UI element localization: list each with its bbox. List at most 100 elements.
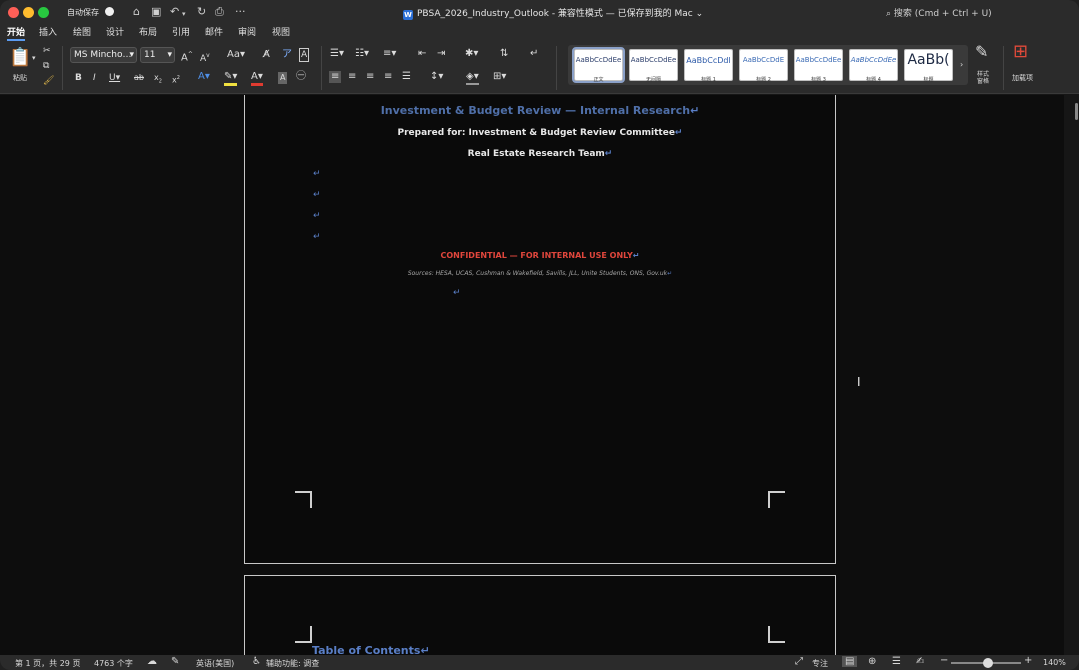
grow-font-icon[interactable]: A^: [181, 49, 193, 64]
home-icon[interactable]: ⌂: [133, 5, 140, 19]
undo-icon[interactable]: ↶: [170, 5, 179, 19]
zoom-out-icon[interactable]: −: [940, 655, 948, 666]
tab-draw[interactable]: 绘图: [73, 25, 91, 38]
style-heading-1[interactable]: AaBbCcDdl 标题 1: [684, 49, 733, 83]
tab-home[interactable]: 开始: [7, 25, 25, 38]
vertical-scrollbar[interactable]: [1064, 95, 1079, 655]
character-border-icon[interactable]: A: [299, 48, 310, 62]
numbering-icon[interactable]: ☷▾: [355, 48, 369, 60]
tab-insert[interactable]: 插入: [39, 25, 57, 38]
text-effects-icon[interactable]: A▾: [198, 71, 210, 83]
minimize-window-button[interactable]: [23, 7, 34, 18]
page-count[interactable]: 第 1 页，共 29 页: [15, 658, 80, 669]
borders-icon[interactable]: ⊞▾: [493, 71, 506, 83]
increase-indent-icon[interactable]: ⇥: [437, 48, 445, 60]
save-icon[interactable]: ▣: [151, 5, 161, 19]
tab-references[interactable]: 引用: [172, 25, 190, 38]
word-count[interactable]: 4763 个字: [94, 658, 133, 669]
track-changes-icon[interactable]: ✎: [171, 656, 179, 667]
sort-icon[interactable]: ⇅: [500, 48, 508, 60]
multilevel-list-icon[interactable]: ≡▾: [383, 48, 396, 60]
paste-dropdown-icon[interactable]: ▾: [32, 52, 36, 64]
ribbon-home: 📋 ▾ 粘贴 ✂ ⧉ 🖌 MS Mincho… ▾ 11 ▾ A^ Av Aa▾ A…: [0, 42, 1079, 94]
font-color-icon[interactable]: A▾: [251, 71, 263, 86]
paste-icon[interactable]: 📋: [9, 48, 31, 68]
text-cursor-icon: I: [857, 375, 861, 389]
bold-icon[interactable]: B: [75, 72, 82, 84]
change-case-icon[interactable]: Aa▾: [227, 49, 245, 61]
paragraph-mark: ↵: [604, 149, 613, 159]
web-layout-icon[interactable]: ⊕: [868, 656, 876, 667]
distributed-icon[interactable]: ☰: [402, 71, 411, 83]
tab-layout[interactable]: 布局: [139, 25, 157, 38]
zoom-slider-knob[interactable]: [983, 658, 993, 668]
proofing-icon[interactable]: ☁: [147, 656, 157, 667]
shading-icon[interactable]: ◈▾: [466, 71, 479, 85]
page-2[interactable]: Table of Contents↵: [244, 575, 836, 655]
align-center-icon[interactable]: ≡: [348, 71, 356, 83]
strikethrough-icon[interactable]: ab: [134, 72, 144, 84]
undo-dropdown-icon[interactable]: ▾: [182, 7, 186, 21]
zoom-in-icon[interactable]: +: [1024, 655, 1032, 666]
document-canvas[interactable]: Investment & Budget Review — Internal Re…: [0, 95, 1064, 655]
highlight-icon[interactable]: ✎▾: [224, 71, 238, 86]
font-name-combo[interactable]: MS Mincho… ▾: [70, 47, 137, 63]
underline-icon[interactable]: U▾: [109, 72, 120, 84]
tab-view[interactable]: 视图: [272, 25, 290, 38]
accessibility-status[interactable]: 辅助功能: 调查: [266, 658, 319, 669]
document-title[interactable]: W PBSA_2026_Industry_Outlook - 兼容性模式 — 已保…: [403, 6, 703, 20]
tab-mailings[interactable]: 邮件: [205, 25, 223, 38]
justify-icon[interactable]: ≡: [384, 71, 392, 83]
prepared-for-text: Prepared for: Investment & Budget Review…: [397, 128, 675, 138]
font-size-combo[interactable]: 11 ▾: [140, 47, 175, 63]
asian-layout-icon[interactable]: ✱▾: [465, 48, 478, 60]
clear-formatting-icon[interactable]: A̸: [263, 49, 270, 61]
phonetic-guide-icon[interactable]: ア: [282, 49, 292, 61]
show-formatting-icon[interactable]: ↵: [530, 48, 538, 60]
style-heading-2[interactable]: AaBbCcDdE 标题 2: [739, 49, 788, 83]
style-title[interactable]: AaBb(标题: [904, 49, 953, 83]
paragraph-mark: ↵: [674, 128, 683, 138]
chevron-right-icon[interactable]: ›: [960, 59, 963, 71]
autosave-toggle[interactable]: [105, 7, 114, 16]
print-layout-icon[interactable]: ▤: [842, 656, 858, 667]
italic-icon[interactable]: I: [93, 72, 96, 84]
addins-icon[interactable]: ⊞: [1013, 43, 1028, 61]
fullscreen-window-button[interactable]: [38, 7, 49, 18]
toc-heading: Table of Contents↵: [312, 644, 430, 655]
character-shading-icon[interactable]: A: [278, 72, 288, 84]
redo-icon[interactable]: ↻: [197, 5, 206, 19]
styles-pane-icon[interactable]: ✎: [975, 44, 988, 60]
font-size-value: 11: [144, 50, 156, 60]
style-sample: AaBbCcDdEe: [630, 56, 677, 64]
align-right-icon[interactable]: ≡: [366, 71, 374, 83]
format-painter-icon[interactable]: 🖌: [43, 75, 54, 87]
print-icon[interactable]: ⎙: [215, 5, 224, 19]
page-1[interactable]: Investment & Budget Review — Internal Re…: [244, 95, 836, 564]
outline-view-icon[interactable]: ☰: [892, 656, 901, 667]
more-icon[interactable]: ···: [235, 5, 246, 19]
style-heading-3[interactable]: AaBbCcDdEe 标题 3: [794, 49, 843, 83]
enclose-characters-icon[interactable]: ㊀: [296, 71, 306, 83]
focus-label[interactable]: 专注: [812, 658, 828, 669]
bullets-icon[interactable]: ☰▾: [330, 48, 344, 60]
decrease-indent-icon[interactable]: ⇤: [418, 48, 426, 60]
cut-icon[interactable]: ✂: [43, 45, 51, 57]
search-field[interactable]: ⌕ 搜索 (Cmd + Ctrl + U): [886, 6, 992, 19]
subscript-icon[interactable]: x2: [154, 72, 162, 88]
tab-design[interactable]: 设计: [106, 25, 124, 38]
draft-view-icon[interactable]: ✍: [916, 656, 924, 667]
zoom-level[interactable]: 140%: [1043, 658, 1066, 667]
close-window-button[interactable]: [8, 7, 19, 18]
style-heading-4[interactable]: AaBbCcDdEe 标题 4: [849, 49, 898, 83]
superscript-icon[interactable]: x2: [172, 72, 180, 87]
scrollbar-thumb[interactable]: [1075, 103, 1078, 120]
line-spacing-icon[interactable]: ↕▾: [430, 71, 443, 83]
shrink-font-icon[interactable]: Av: [200, 50, 210, 65]
tab-review[interactable]: 审阅: [238, 25, 256, 38]
language[interactable]: 英语(美国): [196, 658, 234, 669]
align-left-icon[interactable]: ≡: [329, 71, 342, 83]
style-normal[interactable]: AaBbCcDdEe 正文: [572, 47, 625, 83]
style-no-spacing[interactable]: AaBbCcDdEe 无间隔: [629, 49, 678, 83]
copy-icon[interactable]: ⧉: [43, 60, 49, 72]
